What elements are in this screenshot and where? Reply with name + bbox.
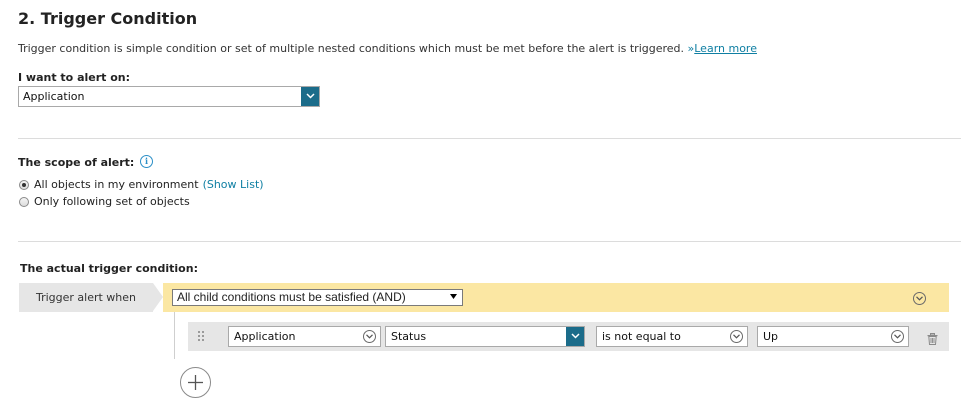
info-icon[interactable]: i bbox=[140, 155, 153, 168]
radio-unselected[interactable] bbox=[19, 196, 29, 207]
trigger-label: The actual trigger condition: bbox=[20, 262, 198, 275]
divider bbox=[18, 138, 961, 139]
alert-on-value: Application bbox=[23, 90, 85, 103]
chevron-down-icon bbox=[730, 330, 743, 343]
chevron-down-icon bbox=[363, 330, 376, 343]
condition-value-value: Up bbox=[763, 330, 779, 343]
scope-option-following[interactable]: Only following set of objects bbox=[19, 195, 190, 208]
section-title: 2. Trigger Condition bbox=[18, 9, 198, 28]
trash-icon[interactable] bbox=[927, 330, 938, 345]
caret-down-icon bbox=[450, 294, 457, 299]
condition-object-value: Application bbox=[234, 330, 296, 343]
radio-selected[interactable] bbox=[19, 179, 29, 190]
drag-handle-icon[interactable] bbox=[198, 331, 206, 341]
condition-value-select[interactable]: Up bbox=[757, 326, 909, 347]
expand-group-icon[interactable] bbox=[913, 292, 926, 305]
add-condition-button[interactable] bbox=[180, 367, 211, 398]
chevron-down-icon bbox=[301, 87, 319, 106]
logic-value: All child conditions must be satisfied (… bbox=[177, 290, 406, 304]
condition-property-select[interactable]: Status bbox=[385, 326, 585, 347]
show-list-link[interactable]: (Show List) bbox=[203, 178, 264, 191]
chevron-down-icon bbox=[566, 327, 584, 346]
chevron-down-icon bbox=[891, 330, 904, 343]
alert-on-label: I want to alert on: bbox=[18, 71, 131, 84]
condition-property-value: Status bbox=[391, 330, 427, 343]
arrow-notch bbox=[153, 283, 163, 311]
learn-more-link[interactable]: Learn more bbox=[694, 42, 757, 55]
section-description: Trigger condition is simple condition or… bbox=[18, 42, 757, 55]
tree-line bbox=[174, 312, 175, 359]
trigger-when-label: Trigger alert when bbox=[19, 283, 153, 312]
alert-on-select[interactable]: Application bbox=[18, 86, 320, 107]
condition-object-select[interactable]: Application bbox=[228, 326, 381, 347]
condition-operator-value: is not equal to bbox=[602, 330, 681, 343]
scope-option-all-label: All objects in my environment bbox=[34, 178, 199, 191]
scope-label: The scope of alert: bbox=[18, 156, 135, 169]
condition-operator-select[interactable]: is not equal to bbox=[596, 326, 748, 347]
description-text: Trigger condition is simple condition or… bbox=[18, 42, 685, 55]
divider bbox=[18, 241, 961, 242]
scope-option-following-label: Only following set of objects bbox=[34, 195, 190, 208]
plus-icon bbox=[188, 375, 203, 390]
logic-select[interactable]: All child conditions must be satisfied (… bbox=[172, 289, 463, 306]
scope-option-all[interactable]: All objects in my environment (Show List… bbox=[19, 178, 264, 191]
